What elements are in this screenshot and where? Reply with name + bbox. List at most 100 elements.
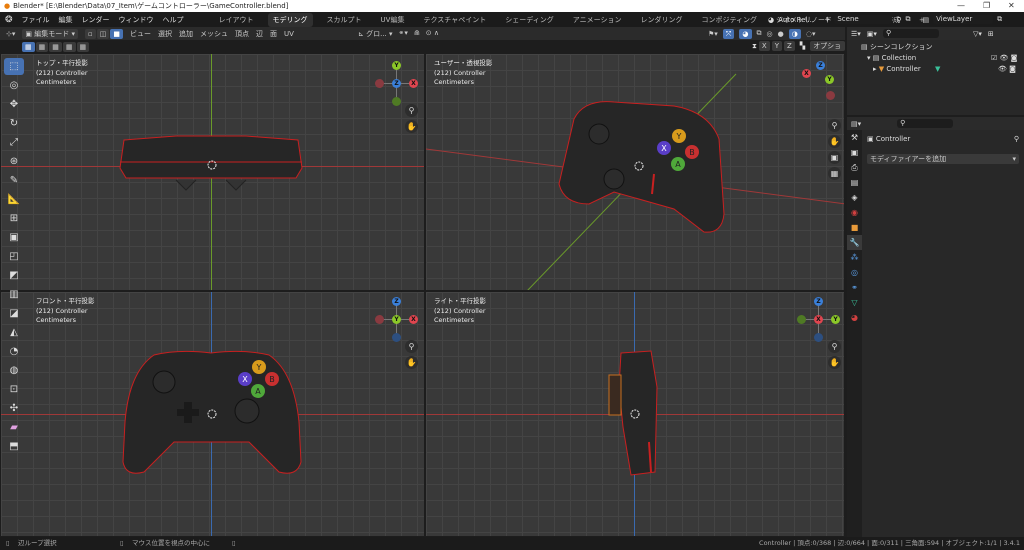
rip-region-tool[interactable]: ⬒	[4, 438, 24, 455]
particles-tab-icon[interactable]: ⁂	[847, 250, 862, 265]
annotate-tool[interactable]: ✎	[4, 172, 24, 189]
new-scene-icon[interactable]: ⧉	[906, 15, 911, 24]
camera-icon[interactable]: ▣	[828, 151, 841, 164]
physics-tab-icon[interactable]: ◎	[847, 265, 862, 280]
collection-row[interactable]: ▾ ▤ Collection ☑ 👁 ◙	[861, 53, 1024, 64]
gizmo-neg-y[interactable]	[797, 315, 806, 324]
gizmo-z-axis[interactable]: Z	[392, 297, 401, 306]
pivot-icon[interactable]: ⚭▾	[399, 29, 408, 39]
zoom-icon[interactable]: ⚲	[828, 119, 841, 132]
maximize-button[interactable]: ❐	[983, 0, 990, 12]
tab-animation[interactable]: アニメーション	[568, 13, 627, 27]
pan-hand-icon[interactable]: ✋	[405, 120, 418, 133]
move-tool[interactable]: ✥	[4, 96, 24, 113]
tab-rendering[interactable]: レンダリング	[635, 13, 687, 27]
pin-icon[interactable]: ⚲	[1014, 135, 1019, 143]
blender-menu-icon[interactable]: ❂	[5, 15, 13, 25]
gizmo-x-axis[interactable]: X	[409, 79, 418, 88]
constraints-tab-icon[interactable]: ⚭	[847, 280, 862, 295]
navigation-gizmo[interactable]: Z X Y	[797, 297, 841, 342]
editor-type-icon[interactable]: ⊹▾	[6, 30, 15, 38]
render-tab-icon[interactable]: ▣	[847, 145, 862, 160]
shading-wireframe[interactable]: ◎	[767, 30, 773, 38]
outliner-search[interactable]: ⚲	[882, 29, 939, 38]
gizmo-neg-y[interactable]	[392, 97, 401, 106]
vertex-select-button[interactable]: ▫	[84, 28, 96, 39]
extrude-tool[interactable]: ▣	[4, 229, 24, 246]
tab-texture-paint[interactable]: テクスチャペイント	[418, 13, 491, 27]
object-row[interactable]: ▸ ▼ Controller ▼ 👁 ◙	[861, 64, 1024, 75]
menu-uv[interactable]: UV	[284, 30, 294, 38]
filter-view-icon[interactable]: ▣▾	[867, 30, 877, 38]
shear-tool[interactable]: ▰	[4, 419, 24, 436]
viewport-right[interactable]: ライト・平行投影 (212) Controller Centimeters Z X …	[425, 291, 845, 537]
menu-render[interactable]: レンダー	[82, 15, 110, 25]
viewport-user-perspective[interactable]: ユーザー・透視投影 (212) Controller Centimeters Y X…	[425, 53, 845, 291]
new-collection-icon[interactable]: ⊞	[988, 30, 994, 38]
select-new-icon[interactable]: ▦	[22, 42, 35, 52]
autorel-addon[interactable]: Auto Rel...	[778, 16, 814, 24]
gizmo-x-axis[interactable]: X	[814, 315, 823, 324]
tab-shading[interactable]: シェーディング	[500, 13, 559, 27]
shading-solid[interactable]: ●	[778, 30, 784, 38]
gizmo-y-axis[interactable]: Y	[831, 315, 840, 324]
gizmo-z-axis[interactable]: Z	[814, 297, 823, 306]
gizmo-neg-x[interactable]	[375, 79, 384, 88]
filter-icon[interactable]: ▽▾	[973, 30, 982, 38]
add-modifier-dropdown[interactable]: モディファイアーを追加 ▾	[867, 154, 1019, 164]
select-invert-icon[interactable]: ▦	[62, 42, 76, 52]
pan-hand-icon[interactable]: ✋	[828, 356, 841, 369]
gizmo-y-axis[interactable]: Y	[392, 315, 401, 324]
xray-toggle[interactable]: ⧉	[757, 29, 762, 38]
output-tab-icon[interactable]: ⎙	[847, 160, 862, 175]
transform-orientation[interactable]: ⊾ グロ... ▾	[358, 29, 393, 39]
shrink-fatten-tool[interactable]: ✣	[4, 400, 24, 417]
gizmo-x-axis[interactable]: X	[802, 69, 811, 78]
minimize-button[interactable]: —	[957, 0, 965, 12]
menu-vertex[interactable]: 頂点	[235, 29, 249, 39]
viewport-top[interactable]: トップ・平行投影 (212) Controller Centimeters Y Z …	[0, 53, 425, 291]
edge-slide-tool[interactable]: ⊡	[4, 381, 24, 398]
tab-modeling[interactable]: モデリング	[267, 12, 313, 27]
scene-tab-icon[interactable]: ◈	[847, 190, 862, 205]
inset-tool[interactable]: ◰	[4, 248, 24, 265]
menu-face[interactable]: 面	[270, 29, 277, 39]
scene-icon[interactable]: ⚘	[824, 16, 830, 24]
menu-edit[interactable]: 編集	[59, 15, 73, 25]
properties-search[interactable]: ⚲	[897, 119, 954, 128]
smooth-tool[interactable]: ◍	[4, 362, 24, 379]
viewlayer-selector[interactable]: ViewLayer	[933, 15, 994, 24]
gizmo-z-axis[interactable]: Z	[392, 79, 401, 88]
navigation-gizmo[interactable]: Z Y X	[375, 297, 419, 342]
shading-rendered[interactable]: ◌▾	[806, 30, 816, 38]
mirror-z[interactable]: Z	[784, 41, 795, 51]
gizmo-x-axis[interactable]: X	[409, 315, 418, 324]
viewport-front[interactable]: フロント・平行投影 (212) Controller Centimeters Y X…	[0, 291, 425, 537]
visibility-icon[interactable]: ⚑▾	[708, 30, 718, 38]
zoom-icon[interactable]: ⚲	[828, 340, 841, 353]
zoom-icon[interactable]: ⚲	[405, 340, 418, 353]
tab-sculpt[interactable]: スカルプト	[322, 13, 367, 27]
face-select-button[interactable]: ■	[110, 28, 123, 39]
gizmo-neg-x[interactable]	[826, 91, 835, 100]
proportional-edit-icon[interactable]: ⊙ ∧	[426, 29, 439, 39]
options-dropdown[interactable]: オプション ▾	[810, 41, 845, 60]
tool-tab-icon[interactable]: ⚒	[847, 130, 862, 145]
data-tab-icon[interactable]: ▽	[847, 295, 862, 310]
gizmo-y-axis[interactable]: Y	[825, 75, 834, 84]
menu-edge[interactable]: 辺	[256, 29, 263, 39]
overlay-toggle[interactable]: ◕	[739, 28, 752, 39]
poly-build-tool[interactable]: ◭	[4, 324, 24, 341]
new-viewlayer-icon[interactable]: ⧉	[997, 15, 1002, 24]
object-tab-icon[interactable]: ■	[847, 220, 862, 235]
gizmo-z-axis[interactable]: Z	[816, 61, 825, 70]
navigation-gizmo[interactable]: Y Z X	[375, 61, 419, 106]
transform-tool[interactable]: ⊛	[4, 153, 24, 170]
select-subtract-icon[interactable]: ▦	[49, 42, 62, 52]
world-tab-icon[interactable]: ◉	[847, 205, 862, 220]
mirror-x[interactable]: X	[758, 41, 770, 51]
knife-tool[interactable]: ◪	[4, 305, 24, 322]
object-visibility[interactable]: 👁 ◙	[998, 64, 1016, 75]
gizmo-neg-z[interactable]	[392, 333, 401, 342]
menu-file[interactable]: ファイル	[22, 15, 50, 25]
